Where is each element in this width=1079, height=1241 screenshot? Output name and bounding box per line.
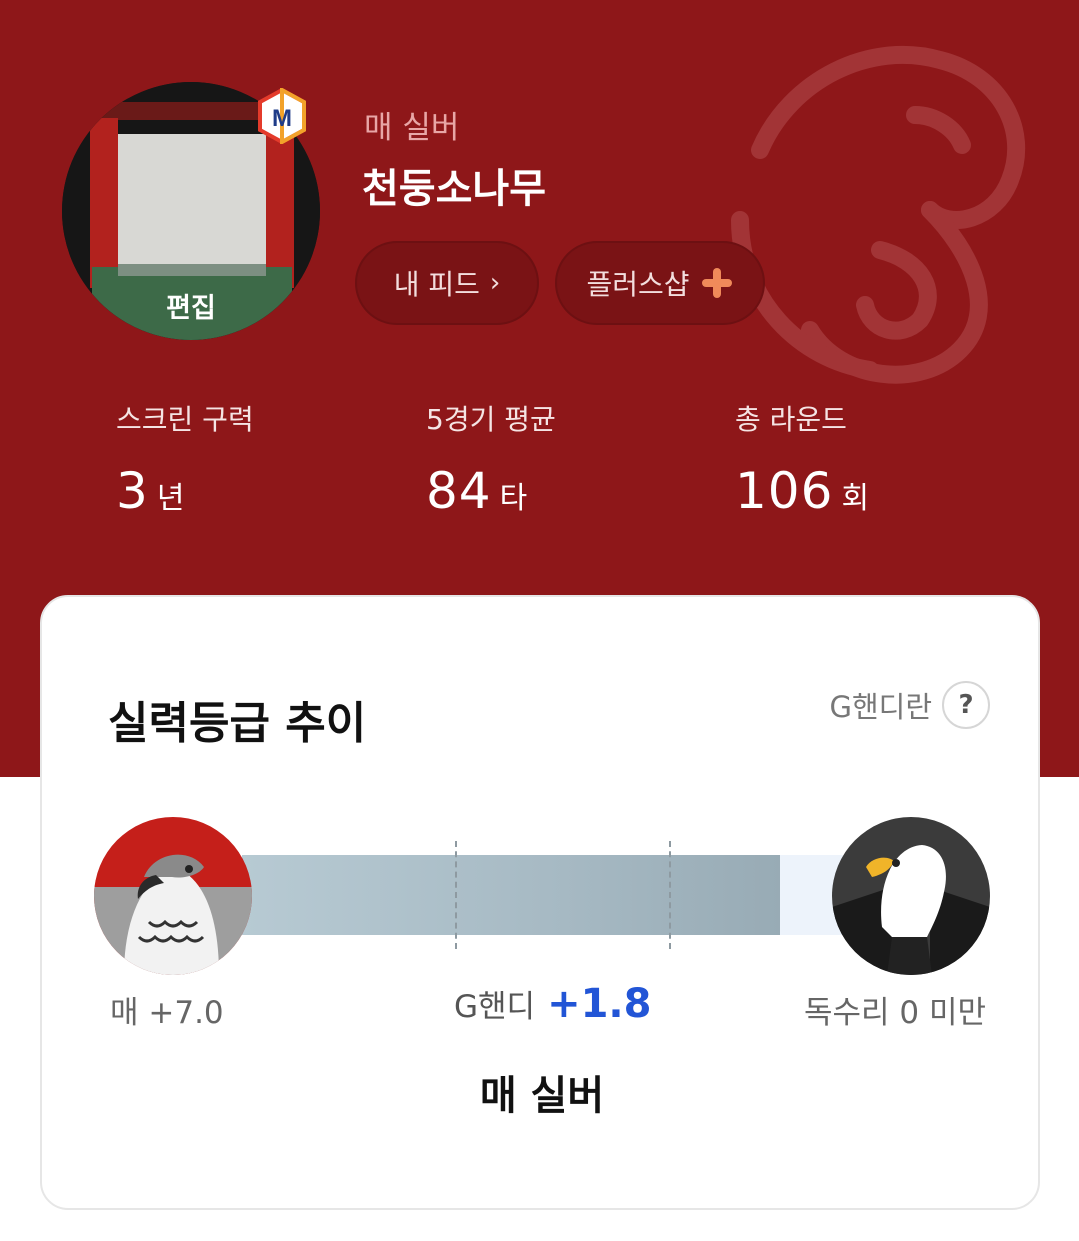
nickname: 천둥소나무 [362,166,546,212]
stat-total-rounds: 총 라운드 106 회 [735,398,869,520]
stat-unit: 년 [156,481,185,516]
stat-value: 106 [735,462,834,520]
stat-unit: 회 [841,481,870,516]
plus-icon [700,266,734,300]
g-handicap-value: +1.8 [547,981,652,1027]
hawk-icon [94,817,252,975]
stat-label: 스크린 구력 [116,403,254,436]
avatar-edit-label: 편집 [166,293,216,324]
stat-experience: 스크린 구력 3 년 [116,398,254,520]
progress-tick [455,841,457,949]
right-grade-label: 독수리 0 미만 [803,995,986,1031]
stat-unit: 타 [499,481,528,516]
badge-letter: M [272,105,292,132]
left-grade-label: 매 +7.0 [110,995,224,1031]
grade-trend-card: 실력등급 추이 G핸디란 ? 매 +7.0 G핸디 +1.8 독수리 0 미만 … [40,595,1040,1210]
grade-progress-fill [242,855,780,935]
question-icon: ? [942,681,990,729]
eagle-icon [832,817,990,975]
chevron-right-icon: › [489,268,501,298]
card-title: 실력등급 추이 [108,698,367,749]
stat-value: 84 [426,462,492,520]
stat-average-score: 5경기 평균 84 타 [426,398,556,520]
my-feed-label: 내 피드 [393,268,480,301]
current-grade: 매 실버 [479,1073,605,1119]
stat-label: 총 라운드 [735,403,847,436]
grade-label: 매 실버 [364,110,460,146]
g-handicap-readout: G핸디 +1.8 [454,981,651,1027]
stat-value: 3 [116,462,149,520]
stat-label: 5경기 평균 [426,403,556,436]
help-label: G핸디란 [829,690,932,724]
my-feed-button[interactable]: 내 피드 › [355,241,539,325]
plus-shop-label: 플러스샵 [586,268,690,301]
plus-shop-button[interactable]: 플러스샵 [555,241,765,325]
progress-tick [669,841,671,949]
g-handicap-prefix: G핸디 [454,989,536,1025]
hawk-emblem-watermark [731,45,1026,384]
g-handicap-help-link[interactable]: G핸디란 ? [829,681,990,729]
grade-progress-bar [242,841,882,949]
membership-badge-icon: M [258,88,306,144]
